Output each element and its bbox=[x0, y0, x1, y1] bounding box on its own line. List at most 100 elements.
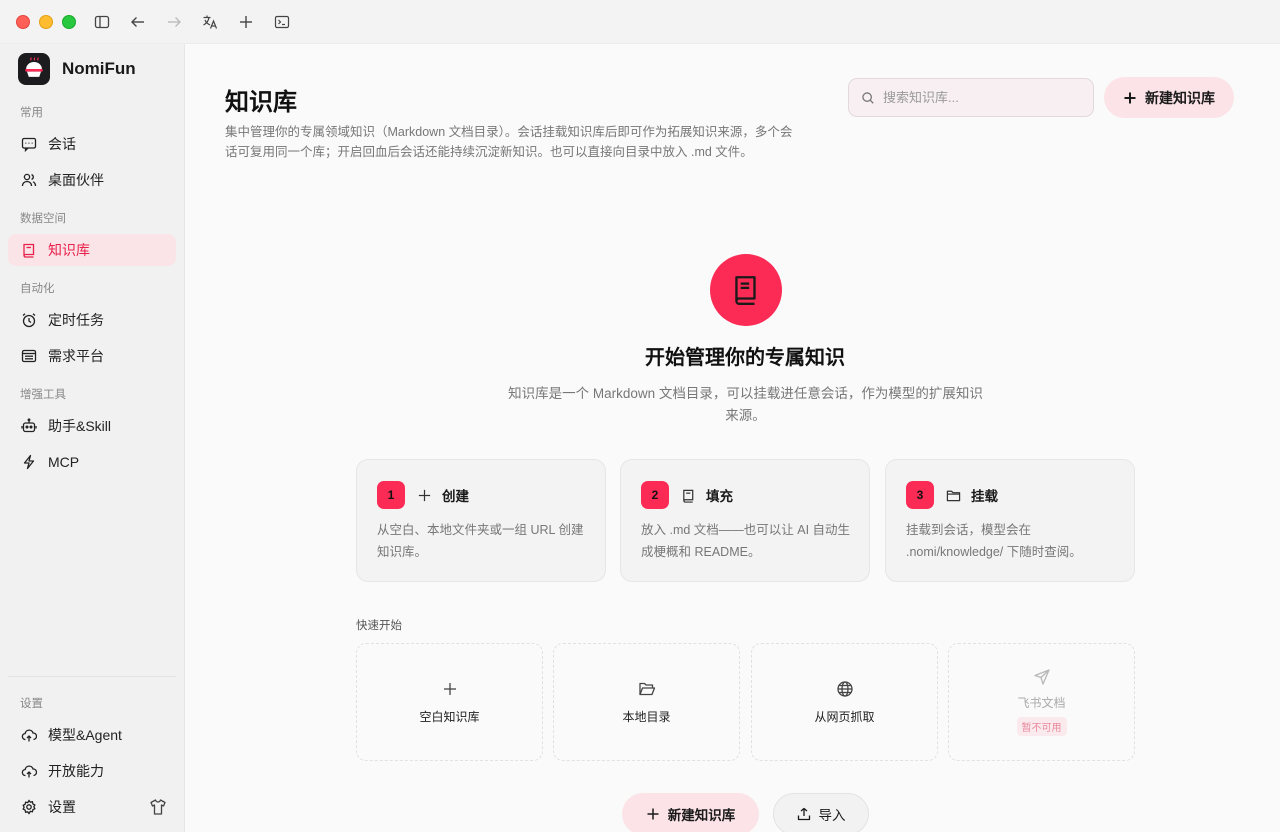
hero-title: 开始管理你的专属知识 bbox=[645, 347, 845, 369]
plus-icon bbox=[418, 489, 431, 501]
quick-start-local-dir[interactable]: 本地目录 bbox=[553, 643, 740, 761]
title-bar bbox=[0, 0, 1280, 44]
quick-start-item-label: 空白知识库 bbox=[419, 709, 480, 724]
new-knowledge-base-bottom-button[interactable]: 新建知识库 bbox=[622, 793, 759, 832]
close-window-button[interactable] bbox=[16, 15, 30, 29]
sidebar-item-label: 开放能力 bbox=[48, 763, 104, 779]
import-button[interactable]: 导入 bbox=[773, 793, 869, 832]
sidebar-item-assistant-skill[interactable]: 助手&Skill bbox=[8, 410, 176, 442]
step-title: 创建 bbox=[442, 489, 469, 504]
hero-description: 知识库是一个 Markdown 文档目录，可以挂载进任意会话，作为模型的扩展知识… bbox=[508, 386, 983, 423]
step-card-create: 1 创建 从空白、本地文件夹或一组 URL 创建知识库。 bbox=[356, 459, 606, 582]
app-name: NomiFun bbox=[62, 59, 136, 78]
book-icon bbox=[23, 243, 35, 258]
hero-book-badge bbox=[710, 254, 782, 326]
back-arrow-icon[interactable] bbox=[128, 12, 148, 32]
import-label: 导入 bbox=[818, 808, 846, 823]
upload-icon bbox=[797, 807, 810, 821]
sidebar-item-scheduled-tasks[interactable]: 定时任务 bbox=[8, 304, 176, 336]
step-card-mount: 3 挂载 挂载到会话，模型会在 .nomi/knowledge/ 下随时查阅。 bbox=[885, 459, 1135, 582]
step-text: 从空白、本地文件夹或一组 URL 创建知识库。 bbox=[377, 523, 584, 559]
unavailable-badge: 暂不可用 bbox=[1016, 717, 1067, 736]
search-icon bbox=[862, 91, 874, 104]
sidebar-item-mcp[interactable]: MCP bbox=[8, 446, 176, 478]
plus-icon bbox=[1124, 92, 1136, 103]
step-text: 挂载到会话，模型会在 .nomi/knowledge/ 下随时查阅。 bbox=[906, 523, 1082, 559]
sidebar-item-knowledge-base[interactable]: 知识库 bbox=[8, 234, 176, 266]
new-knowledge-base-label: 新建知识库 bbox=[1145, 89, 1215, 106]
send-icon bbox=[1033, 669, 1050, 685]
sidebar-item-model-agent[interactable]: 模型&Agent bbox=[8, 719, 176, 751]
step-title: 填充 bbox=[706, 489, 733, 504]
globe-icon bbox=[836, 680, 853, 697]
book-icon bbox=[683, 489, 694, 503]
cloud-icon bbox=[21, 765, 37, 778]
sidebar-item-label: 需求平台 bbox=[48, 348, 104, 364]
minimize-window-button[interactable] bbox=[39, 15, 53, 29]
sidebar-item-label: 模型&Agent bbox=[48, 727, 122, 743]
step-title: 挂载 bbox=[971, 489, 998, 504]
sidebar-item-label: 设置 bbox=[48, 799, 76, 815]
sidebar-item-label: 定时任务 bbox=[48, 312, 104, 328]
step-number: 2 bbox=[641, 481, 669, 509]
page-description: 集中管理你的专属领域知识（Markdown 文档目录）。会话挂载知识库后即可作为… bbox=[225, 125, 793, 159]
quick-start-web-fetch[interactable]: 从网页抓取 bbox=[751, 643, 938, 761]
translate-icon[interactable] bbox=[200, 12, 220, 32]
sidebar-item-chat[interactable]: 会话 bbox=[8, 128, 176, 160]
cloud-icon bbox=[21, 729, 37, 742]
step-card-fill: 2 填充 放入 .md 文档——也可以让 AI 自动生成梗概和 README。 bbox=[620, 459, 870, 582]
book-icon bbox=[735, 276, 756, 305]
section-label-tools: 增强工具 bbox=[20, 389, 66, 401]
sidebar-item-label: 会话 bbox=[48, 136, 76, 152]
sidebar-item-label: MCP bbox=[48, 454, 80, 470]
quick-start-feishu-docs: 飞书文档 暂不可用 bbox=[948, 643, 1135, 761]
section-label-data-space: 数据空间 bbox=[20, 213, 66, 225]
forward-arrow-icon[interactable] bbox=[164, 12, 184, 32]
users-icon bbox=[21, 173, 37, 187]
plus-icon bbox=[647, 808, 659, 820]
sidebar-item-requirements[interactable]: 需求平台 bbox=[8, 340, 176, 372]
sidebar-item-label: 助手&Skill bbox=[48, 418, 112, 434]
maximize-window-button[interactable] bbox=[62, 15, 76, 29]
gear-icon bbox=[22, 799, 36, 815]
section-label-settings: 设置 bbox=[20, 698, 43, 710]
step-text: 放入 .md 文档——也可以让 AI 自动生成梗概和 README。 bbox=[641, 523, 851, 559]
search-input[interactable] bbox=[883, 90, 1073, 105]
quick-start-item-label: 飞书文档 bbox=[1017, 696, 1066, 710]
bolt-icon bbox=[23, 454, 35, 470]
quick-start-label: 快速开始 bbox=[356, 620, 402, 632]
section-label-automation: 自动化 bbox=[20, 283, 55, 295]
new-knowledge-base-bottom-label: 新建知识库 bbox=[667, 808, 736, 823]
new-tab-plus-icon[interactable] bbox=[236, 12, 256, 32]
list-icon bbox=[21, 349, 37, 363]
step-number: 1 bbox=[377, 481, 405, 509]
quick-start-blank-kb[interactable]: 空白知识库 bbox=[356, 643, 543, 761]
sidebar: NomiFun 常用 会话 桌面伙伴 数据空间 知识库 自动化 定时任务 需求平… bbox=[0, 44, 185, 832]
chat-icon bbox=[21, 137, 37, 152]
folder-icon bbox=[946, 490, 961, 501]
sidebar-item-desktop-partner[interactable]: 桌面伙伴 bbox=[8, 164, 176, 196]
quick-start-item-label: 本地目录 bbox=[622, 709, 671, 724]
shirt-icon[interactable] bbox=[149, 798, 167, 816]
window-controls bbox=[16, 15, 76, 29]
step-number: 3 bbox=[906, 481, 934, 509]
folder-open-icon bbox=[638, 682, 655, 695]
search-box[interactable] bbox=[848, 78, 1094, 117]
new-knowledge-base-button[interactable]: 新建知识库 bbox=[1104, 77, 1234, 118]
section-label-common: 常用 bbox=[20, 107, 43, 119]
main-content: 知识库 集中管理你的专属领域知识（Markdown 文档目录）。会话挂载知识库后… bbox=[185, 44, 1280, 832]
sidebar-item-settings[interactable]: 设置 bbox=[8, 791, 138, 823]
brand[interactable]: NomiFun bbox=[18, 53, 136, 85]
page-title: 知识库 bbox=[225, 89, 297, 116]
robot-icon bbox=[21, 418, 37, 433]
alarm-clock-icon bbox=[22, 313, 36, 328]
plus-icon bbox=[443, 682, 456, 695]
sidebar-item-label: 知识库 bbox=[48, 242, 90, 258]
sidebar-item-label: 桌面伙伴 bbox=[48, 172, 104, 188]
terminal-icon[interactable] bbox=[272, 12, 292, 32]
sidebar-divider bbox=[8, 676, 176, 677]
app-logo-icon bbox=[18, 53, 50, 85]
sidebar-item-open-capabilities[interactable]: 开放能力 bbox=[8, 755, 176, 787]
quick-start-item-label: 从网页抓取 bbox=[814, 709, 875, 724]
sidebar-toggle-icon[interactable] bbox=[92, 12, 112, 32]
